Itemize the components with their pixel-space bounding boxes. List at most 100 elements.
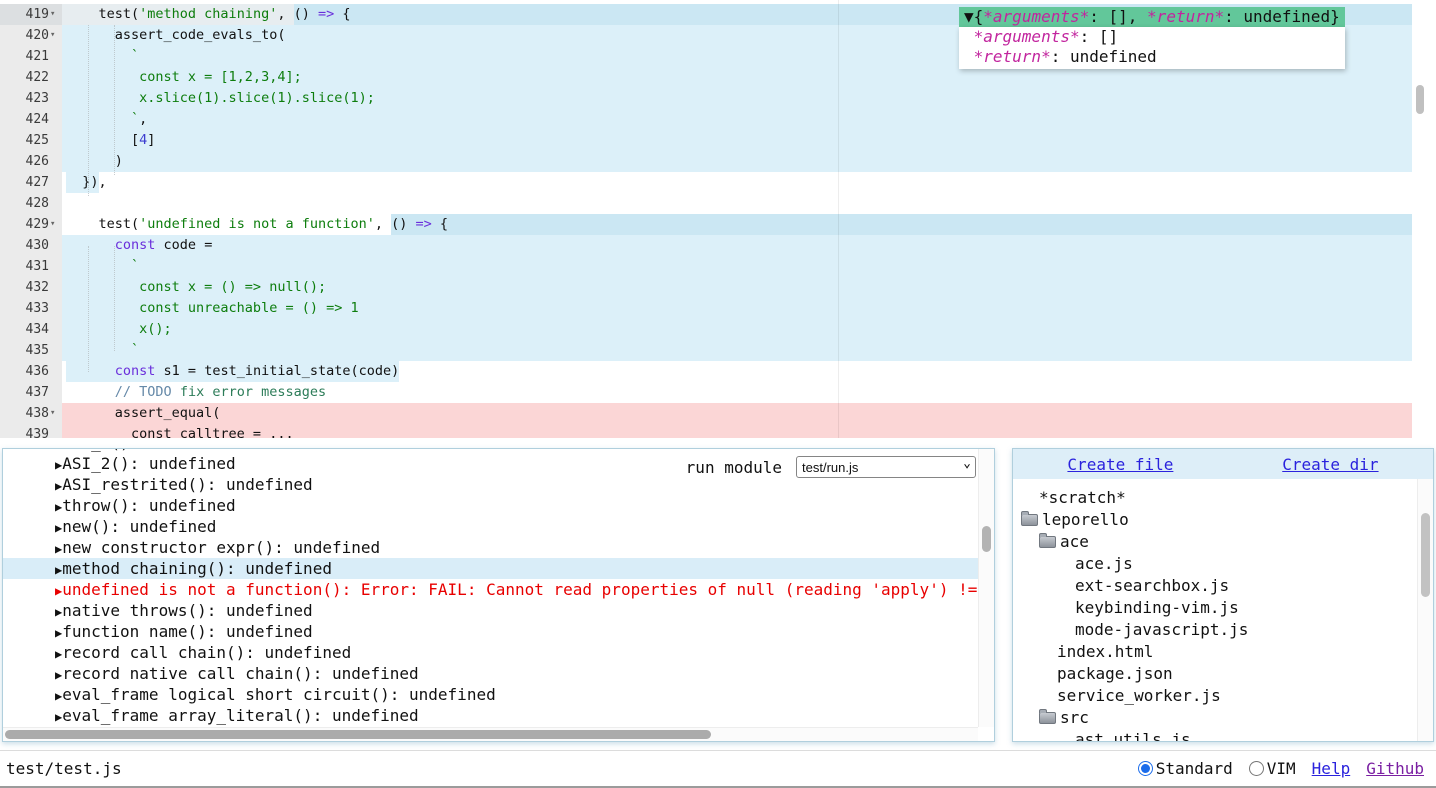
tree-file-item[interactable]: ast_utils.js (1013, 729, 1417, 741)
code-line[interactable]: 429▾ test('undefined is not a function',… (0, 214, 1412, 235)
results-vertical-scrollbar-thumb[interactable] (982, 526, 991, 552)
gutter-line-number: 421 (0, 46, 62, 67)
gutter-line-number: 430 (0, 235, 62, 256)
test-result-item[interactable]: ▶record call chain(): undefined (3, 642, 978, 663)
code-line[interactable]: 430 const code = (0, 235, 1412, 256)
code-line-content[interactable]: const s1 = test_initial_state(code) (62, 361, 1412, 382)
leporello-app: 419▾ test('method chaining', () => {420▾… (0, 0, 1436, 788)
code-line-content[interactable]: x(); (62, 319, 1412, 340)
test-result-item[interactable]: ▶new(): undefined (3, 516, 978, 537)
code-line-content[interactable]: test('undefined is not a function', () =… (62, 214, 1412, 235)
results-horizontal-scrollbar-track[interactable] (3, 727, 978, 741)
code-line-content[interactable]: const code = (62, 235, 1412, 256)
tree-file-item[interactable]: service_worker.js (1013, 685, 1417, 707)
test-result-item[interactable]: ▶throw(): undefined (3, 495, 978, 516)
code-line-content[interactable]: const x = [1,2,3,4]; (62, 67, 1412, 88)
tree-file-item[interactable]: ext-searchbox.js (1013, 575, 1417, 597)
code-line[interactable]: 433 const unreachable = () => 1 (0, 298, 1412, 319)
radio-button[interactable] (1138, 761, 1153, 776)
editor-vertical-scrollbar-thumb[interactable] (1416, 85, 1424, 114)
code-line-content[interactable]: ) (62, 151, 1412, 172)
code-line-content[interactable]: ` (62, 340, 1412, 361)
code-line-content[interactable] (62, 193, 1412, 214)
keybinding-radio-vim[interactable]: VIM (1249, 759, 1296, 778)
test-result-item[interactable]: ▶new constructor expr(): undefined (3, 537, 978, 558)
radio-button[interactable] (1249, 761, 1264, 776)
test-result-item[interactable]: ▶native throws(): undefined (3, 600, 978, 621)
code-line[interactable]: 435 ` (0, 340, 1412, 361)
code-line-content[interactable]: ` (62, 256, 1412, 277)
folder-icon (1039, 536, 1056, 548)
code-line[interactable]: 438▾ assert_equal( (0, 403, 1412, 424)
create-file-link[interactable]: Create file (1067, 455, 1173, 474)
tooltip-summary-row[interactable]: ▼{*arguments*: [], *return*: undefined} (959, 7, 1345, 27)
results-horizontal-scrollbar-thumb[interactable] (5, 730, 711, 739)
tree-vertical-scrollbar-track[interactable] (1417, 479, 1433, 741)
code-line[interactable]: 428 (0, 193, 1412, 214)
code-line-content[interactable]: assert_equal( (62, 403, 1412, 424)
status-bar: test/test.js StandardVIMHelpGithub (0, 750, 1436, 788)
tree-folder-item[interactable]: ace (1013, 531, 1417, 553)
fold-caret-icon[interactable]: ▾ (49, 4, 62, 25)
tree-folder-item[interactable]: src (1013, 707, 1417, 729)
fold-caret-icon[interactable]: ▾ (49, 25, 62, 46)
code-line[interactable]: 436 const s1 = test_initial_state(code) (0, 361, 1412, 382)
code-line[interactable]: 431 ` (0, 256, 1412, 277)
tree-file-item[interactable]: ace.js (1013, 553, 1417, 575)
tree-folder-item[interactable]: leporello (1013, 509, 1417, 531)
code-line-content[interactable]: x.slice(1).slice(1).slice(1); (62, 88, 1412, 109)
code-line[interactable]: 422 const x = [1,2,3,4]; (0, 67, 1412, 88)
code-line[interactable]: 434 x(); (0, 319, 1412, 340)
folder-icon (1039, 712, 1056, 724)
tree-file-item[interactable]: keybinding-vim.js (1013, 597, 1417, 619)
code-line[interactable]: 424 `, (0, 109, 1412, 130)
gutter-line-number: 419▾ (0, 4, 62, 25)
gutter-line-number: 422 (0, 67, 62, 88)
code-line-content[interactable]: [4] (62, 130, 1412, 151)
fold-caret-icon[interactable]: ▾ (49, 403, 62, 424)
tree-file-item[interactable]: *scratch* (1013, 487, 1417, 509)
code-line-content[interactable]: // TODO fix error messages (62, 382, 1412, 403)
gutter-line-number: 426 (0, 151, 62, 172)
gutter-line-number: 425 (0, 130, 62, 151)
code-line[interactable]: 437 // TODO fix error messages (0, 382, 1412, 403)
code-line-content[interactable]: const unreachable = () => 1 (62, 298, 1412, 319)
help-link[interactable]: Help (1312, 759, 1351, 778)
code-line-content[interactable]: }), (62, 172, 1412, 193)
tree-file-item[interactable]: index.html (1013, 641, 1417, 663)
gutter-line-number: 439 (0, 424, 62, 438)
create-dir-link[interactable]: Create dir (1282, 455, 1378, 474)
gutter-line-number: 423 (0, 88, 62, 109)
test-result-item[interactable]: ▶eval_frame logical short circuit(): und… (3, 684, 978, 705)
code-line-content[interactable]: const calltree = ... (62, 424, 1412, 438)
keybinding-radio-standard[interactable]: Standard (1138, 759, 1233, 778)
test-result-item[interactable]: ▶undefined is not a function(): Error: F… (3, 579, 978, 600)
results-vertical-scrollbar-track[interactable] (978, 449, 994, 727)
gutter-line-number: 434 (0, 319, 62, 340)
test-result-item[interactable]: ▶method chaining(): undefined (3, 558, 978, 579)
code-line[interactable]: 439 const calltree = ... (0, 424, 1412, 438)
code-line[interactable]: 423 x.slice(1).slice(1).slice(1); (0, 88, 1412, 109)
test-result-item[interactable]: ▶function name(): undefined (3, 621, 978, 642)
fold-caret-icon[interactable]: ▾ (49, 214, 62, 235)
code-line[interactable]: 425 [4] (0, 130, 1412, 151)
gutter-line-number: 438▾ (0, 403, 62, 424)
tooltip-property-row[interactable]: *arguments*: [] (964, 27, 1340, 47)
tooltip-property-row[interactable]: *return*: undefined (964, 47, 1340, 67)
tree-vertical-scrollbar-thumb[interactable] (1421, 513, 1430, 597)
tree-file-item[interactable]: mode-javascript.js (1013, 619, 1417, 641)
tree-file-item[interactable]: package.json (1013, 663, 1417, 685)
run-module-select[interactable]: test/run.js (796, 456, 976, 478)
code-line-content[interactable]: const x = () => null(); (62, 277, 1412, 298)
code-line[interactable]: 432 const x = () => null(); (0, 277, 1412, 298)
file-tree-header: Create file Create dir (1013, 449, 1433, 479)
test-result-item[interactable]: ▶eval_frame array_literal(): undefined (3, 705, 978, 726)
value-inspector-tooltip: ▼{*arguments*: [], *return*: undefined} … (959, 7, 1345, 69)
gutter-line-number: 435 (0, 340, 62, 361)
code-line[interactable]: 427 }), (0, 172, 1412, 193)
gutter-line-number: 432 (0, 277, 62, 298)
code-line-content[interactable]: `, (62, 109, 1412, 130)
github-link[interactable]: Github (1366, 759, 1424, 778)
code-line[interactable]: 426 ) (0, 151, 1412, 172)
test-result-item[interactable]: ▶record native call chain(): undefined (3, 663, 978, 684)
